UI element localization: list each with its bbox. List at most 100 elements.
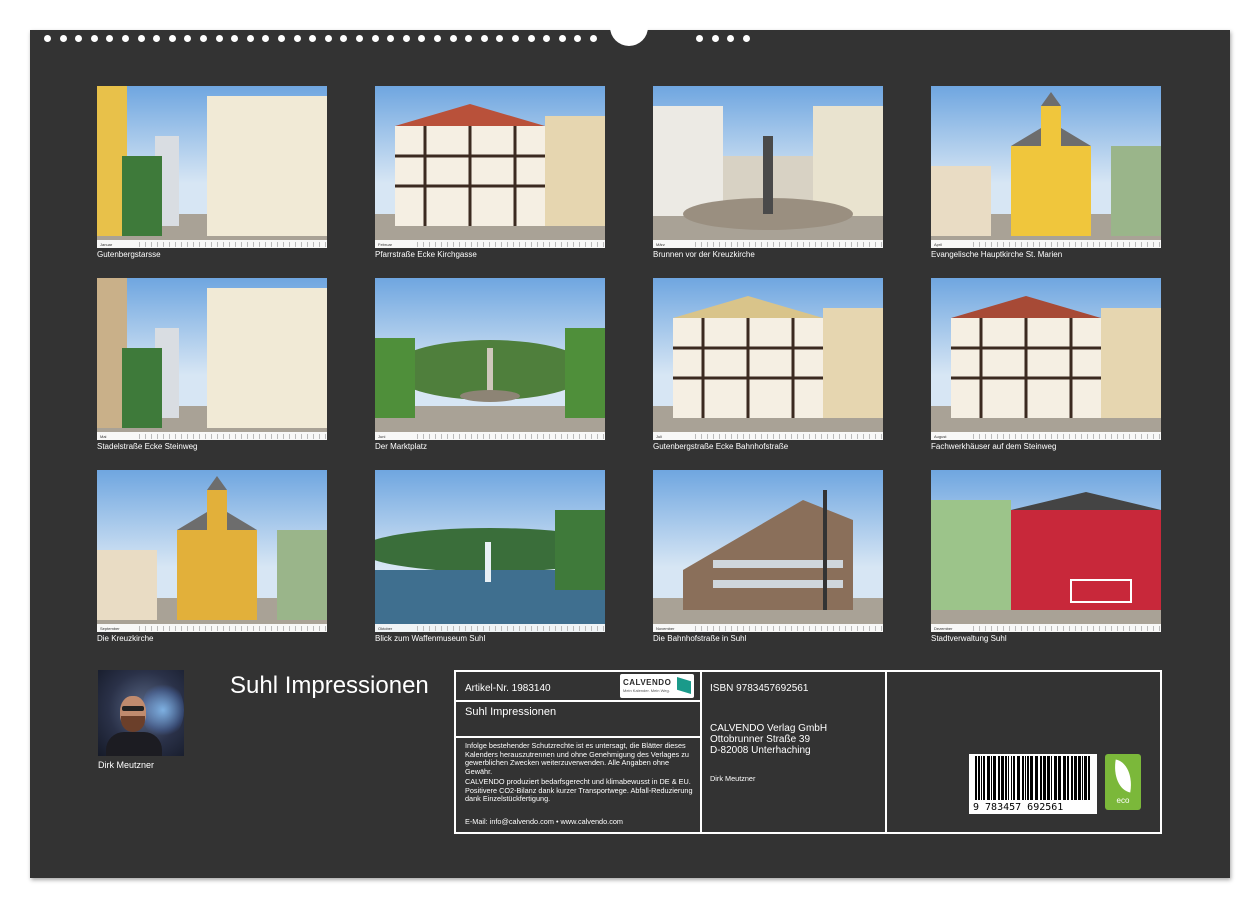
month-caption: Gutenbergstraße Ecke Bahnhofstraße: [653, 442, 789, 451]
day-cells: [973, 433, 1161, 439]
month-photo: November: [653, 470, 883, 632]
barcode-bar: [1013, 756, 1015, 800]
product-title: Suhl Impressionen: [465, 706, 557, 718]
month-caption: Gutenbergstarsse: [97, 250, 161, 259]
barcode-bar: [1011, 756, 1012, 800]
month-caption: Die Kreuzkirche: [97, 634, 154, 643]
barcode-bar: [1071, 756, 1073, 800]
month-photo: Juni: [375, 278, 605, 440]
binding-hole: [231, 35, 239, 42]
barcode-bar: [1022, 756, 1024, 800]
month-photo: August: [931, 278, 1161, 440]
barcode-bar: [1040, 756, 1042, 800]
day-cells: [695, 625, 883, 631]
month-photo: Februar: [375, 86, 605, 248]
binding-hole: [558, 35, 566, 42]
month-preview-grid: Januar Gutenbergstarsse Februar Pfarrstraß…: [97, 86, 1163, 650]
binding-hole: [742, 35, 750, 42]
author-name: Dirk Meutzner: [98, 760, 155, 770]
month-tile: April Evangelische Hauptkirche St. Marien: [931, 86, 1161, 259]
month-calendar-strip: September: [97, 624, 327, 632]
binding-hole: [465, 35, 473, 42]
barcode-bar: [1054, 756, 1057, 800]
month-tile: Januar Gutenbergstarsse: [97, 86, 327, 259]
isbn-barcode: 9 783457 692561: [969, 754, 1097, 814]
binding-hole: [324, 35, 332, 42]
barcode-bar: [1017, 756, 1020, 800]
binding-hole: [215, 35, 223, 42]
month-label: November: [656, 625, 675, 631]
month-tile: Dezember Stadtverwaltung Suhl: [931, 470, 1161, 643]
binding-hole: [137, 35, 145, 42]
barcode-bar: [1035, 756, 1038, 800]
binding-hole: [371, 35, 379, 42]
month-photo: Dezember: [931, 470, 1161, 632]
day-cells: [417, 433, 605, 439]
binding-hole: [480, 35, 488, 42]
month-caption: Stadtverwaltung Suhl: [931, 634, 1007, 643]
month-caption: Blick zum Waffenmuseum Suhl: [375, 634, 486, 643]
calvendo-logo: CALVENDO Mein Kalender. Mein Weg.: [620, 674, 694, 698]
month-calendar-strip: Januar: [97, 240, 327, 248]
binding-hole: [418, 35, 426, 42]
month-photo: September: [97, 470, 327, 632]
isbn: ISBN 9783457692561: [710, 683, 809, 694]
month-calendar-strip: November: [653, 624, 883, 632]
barcode-bar: [998, 756, 1000, 800]
day-cells: [417, 241, 605, 247]
barcode-bar: [1001, 756, 1004, 800]
binding-hole: [512, 35, 519, 42]
calvendo-logo-mark-icon: [677, 677, 691, 694]
calvendo-logo-text: CALVENDO: [623, 678, 672, 687]
month-tile: Juli Gutenbergstraße Ecke Bahnhofstraße: [653, 278, 883, 451]
calvendo-logo-subtitle: Mein Kalender. Mein Weg.: [623, 688, 670, 693]
barcode-bar: [991, 756, 992, 800]
month-photo: Januar: [97, 86, 327, 248]
contact-line: E-Mail: info@calvendo.com • www.calvendo…: [465, 817, 623, 826]
month-tile: November Die Bahnhofstraße in Suhl: [653, 470, 883, 643]
barcode-bar: [1058, 756, 1061, 800]
binding-hole: [184, 35, 192, 42]
day-cells: [973, 625, 1161, 631]
binding-hole: [356, 35, 363, 42]
binding-hole: [449, 35, 457, 42]
barcode-bar: [1030, 756, 1033, 800]
month-calendar-strip: August: [931, 432, 1161, 440]
binding-hole: [543, 35, 551, 42]
month-photo: Mai: [97, 278, 327, 440]
month-label: Februar: [378, 241, 393, 247]
binding-hole: [387, 35, 395, 42]
barcode-bar: [1047, 756, 1050, 800]
eco-badge: eco: [1105, 754, 1141, 810]
month-label: Mai: [100, 433, 107, 439]
binding-hole: [527, 35, 535, 42]
binding-hole: [402, 35, 410, 42]
barcode-bar: [1063, 756, 1066, 800]
binding-hole: [574, 35, 582, 42]
binding-hole: [122, 35, 129, 42]
day-cells: [695, 433, 883, 439]
month-calendar-strip: Oktober: [375, 624, 605, 632]
author-portrait: [98, 670, 184, 756]
barcode-bar: [1008, 756, 1009, 800]
barcode-bar: [1025, 756, 1026, 800]
day-cells: [139, 625, 327, 631]
month-caption: Stadelstraße Ecke Steinweg: [97, 442, 198, 451]
barcode-bar: [1078, 756, 1081, 800]
month-label: Juni: [378, 433, 386, 439]
barcode-bar: [993, 756, 996, 800]
month-label: Juli: [656, 433, 663, 439]
binding-hole: [496, 35, 504, 42]
barcode-bar: [983, 756, 985, 800]
barcode-bar: [1067, 756, 1069, 800]
month-calendar-strip: Februar: [375, 240, 605, 248]
day-cells: [973, 241, 1161, 247]
month-label: Oktober: [378, 625, 393, 631]
binding-hole: [90, 35, 98, 42]
barcode-bar: [1082, 756, 1083, 800]
publisher-city: D-82008 Unterhaching: [710, 745, 811, 756]
month-label: Dezember: [934, 625, 953, 631]
barcode-bar: [981, 756, 982, 800]
calendar-title: Suhl Impressionen: [230, 672, 429, 699]
month-tile: Mai Stadelstraße Ecke Steinweg: [97, 278, 327, 451]
